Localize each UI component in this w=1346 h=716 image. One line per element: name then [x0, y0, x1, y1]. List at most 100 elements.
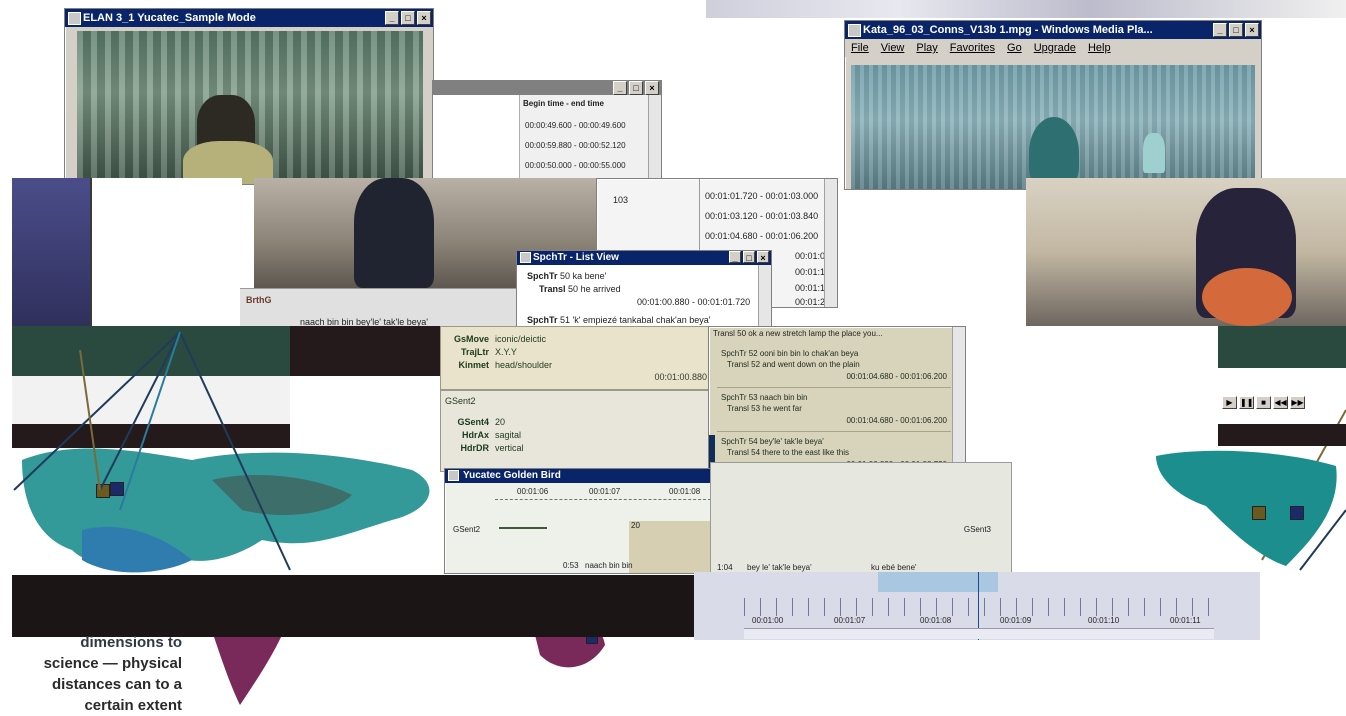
annotation-segment[interactable] — [499, 527, 547, 529]
top-strip — [706, 0, 1346, 18]
table-row[interactable]: 00:01:04.680 - 00:01:06.200 — [705, 231, 818, 241]
close-icon[interactable]: × — [417, 11, 431, 25]
menu-play[interactable]: Play — [916, 39, 937, 57]
caption-line: science — physical — [43, 655, 182, 672]
list-item[interactable]: Transl 50 he arrived — [539, 284, 621, 294]
timeline-tick-label: 00:01:07 — [834, 616, 866, 625]
close-icon[interactable]: × — [1245, 23, 1259, 37]
translation-line: Transl 54 there to the east like this — [727, 448, 849, 457]
horizontal-scrollbar[interactable] — [744, 628, 1214, 639]
maximize-icon[interactable]: □ — [743, 251, 755, 263]
timeline-caption: 0:53 — [563, 561, 579, 570]
window-title: ELAN 3_1 Yucatec_Sample Mode — [83, 12, 256, 24]
menu-help[interactable]: Help — [1088, 39, 1111, 57]
timeline-tick-label: 00:01:08 — [669, 487, 701, 496]
bottom-timeline: 00:01:00 00:01:07 00:01:08 00:01:09 00:0… — [694, 572, 1260, 640]
window-titlebar[interactable]: _ □ × — [433, 81, 661, 95]
annotation-block[interactable] — [629, 521, 711, 573]
timeline-tick-label: 00:01:10 — [1088, 616, 1120, 625]
timeline-caption: 1:04 — [717, 563, 733, 572]
time-range: 00:01:00.880 - 00:01:01.720 — [637, 297, 751, 307]
annotation-row[interactable]: TrajLtr X.Y.Y — [441, 346, 711, 359]
timeline-caption: bey le' tak'le beya' — [747, 563, 812, 572]
media-player-icon — [848, 24, 861, 37]
stop-icon[interactable]: ■ — [1256, 396, 1271, 409]
speech-line: SpchTr 52 ooni bin bin lo chak'an beya — [721, 349, 859, 358]
annotation-row[interactable]: Kinmet head/shoulder — [441, 359, 711, 372]
list-item[interactable]: SpchTr 53 naach bin bin Transl 53 he went… — [717, 389, 951, 432]
tier-label: BrthG — [246, 295, 272, 305]
minimize-icon[interactable]: _ — [385, 11, 399, 25]
window-titlebar[interactable]: SpchTr - List View _ □ × — [517, 251, 771, 265]
video-frame — [851, 65, 1255, 189]
maximize-icon[interactable]: □ — [401, 11, 415, 25]
window-titlebar[interactable]: Kata_96_03_Conns_V13b 1.mpg - Windows Me… — [845, 21, 1261, 39]
menu-bar: File View Play Favorites Go Upgrade Help — [845, 39, 1261, 57]
window-controls: _ □ × — [385, 11, 431, 25]
gesture-annotation-panel: GsMove iconic/deictic TrajLtr X.Y.Y Kinmet… — [440, 326, 712, 390]
speech-line: SpchTr 53 naach bin bin — [721, 393, 808, 402]
next-icon[interactable]: ▶▶ — [1290, 396, 1305, 409]
table-row[interactable]: 00:00:59.880 - 00:00:52.120 — [525, 141, 626, 150]
window-titlebar[interactable]: ELAN 3_1 Yucatec_Sample Mode _ □ × — [65, 9, 433, 27]
app-icon — [520, 252, 531, 263]
pause-icon[interactable]: ❚❚ — [1239, 396, 1254, 409]
annotation-row[interactable]: GSent4 20 — [441, 416, 711, 429]
list-item[interactable]: Transl 50 ok a new stretch lamp the plac… — [713, 329, 961, 338]
time-range: 00:01:04.680 - 00:01:06.200 — [846, 372, 947, 381]
timeline-caption: ku ebé bene' — [871, 563, 917, 572]
play-icon[interactable]: ▶ — [1222, 396, 1237, 409]
video-frame-office — [1026, 178, 1346, 326]
timeline-tick-label: 00:01:11 — [1170, 616, 1201, 625]
close-icon[interactable]: × — [645, 81, 659, 95]
time-value: 00:01:00.880 — [654, 372, 707, 382]
dark-band-right2 — [1218, 424, 1346, 446]
timeline-window-right: GSent3 1:04 bey le' tak'le beya' ku ebé … — [710, 462, 1012, 574]
world-map-americas — [1156, 450, 1337, 566]
prev-icon[interactable]: ◀◀ — [1273, 396, 1288, 409]
window-titlebar[interactable]: Yucatec Golden Bird — [445, 469, 711, 483]
table-row[interactable]: 00:00:49.600 - 00:00:49.600 — [525, 121, 626, 130]
row-label: 103 — [613, 195, 629, 205]
tier-table-window: _ □ × Begin time - end time 00:00:49.600… — [432, 80, 662, 182]
menu-favorites[interactable]: Favorites — [950, 39, 995, 57]
maximize-icon[interactable]: □ — [1229, 23, 1243, 37]
timeline-tick-label: 00:01:06 — [517, 487, 549, 496]
annotation-row[interactable]: HdrAx sagital — [441, 429, 711, 442]
app-icon — [448, 470, 459, 481]
annotation-row[interactable]: HdrDR vertical — [441, 442, 711, 455]
vertical-scrollbar[interactable] — [648, 95, 661, 181]
close-icon[interactable]: × — [757, 251, 769, 263]
table-row[interactable]: 00:01:01.720 - 00:01:03.000 — [705, 191, 818, 201]
annotation-row[interactable]: GsMove iconic/deictic — [441, 327, 711, 346]
caption-line: dimensions to — [80, 634, 182, 651]
translation-line: Transl 53 he went far — [727, 404, 802, 413]
map-marker[interactable] — [1290, 506, 1304, 520]
minimize-icon[interactable]: _ — [613, 81, 627, 95]
white-panel — [90, 178, 242, 326]
caption-line: distances can to a — [51, 676, 182, 693]
window-title: SpchTr - List View — [533, 252, 619, 263]
translation-line: Transl 52 and went down on the plain — [727, 360, 860, 369]
table-row[interactable]: 00:00:50.000 - 00:00:55.000 — [525, 161, 626, 170]
minimize-icon[interactable]: _ — [729, 251, 741, 263]
player-controls-right: ▶ ❚❚ ■ ◀◀ ▶▶ — [1222, 392, 1346, 418]
column-header[interactable]: Begin time - end time — [523, 99, 604, 108]
vertical-scrollbar[interactable] — [824, 179, 837, 307]
timeline-tick-label: 00:01:07 — [589, 487, 621, 496]
menu-upgrade[interactable]: Upgrade — [1034, 39, 1076, 57]
menu-go[interactable]: Go — [1007, 39, 1022, 57]
map-marker[interactable] — [1252, 506, 1266, 520]
maximize-icon[interactable]: □ — [629, 81, 643, 95]
tier-label: GSent2 — [453, 525, 481, 534]
minimize-icon[interactable]: _ — [1213, 23, 1227, 37]
panel-header: GSent2 — [445, 396, 476, 406]
list-item[interactable]: SpchTr 52 ooni bin bin lo chak'an beya Tr… — [717, 345, 951, 388]
table-row[interactable]: 00:01:03.120 - 00:01:03.840 — [705, 211, 818, 221]
menu-file[interactable]: File — [851, 39, 869, 57]
menu-view[interactable]: View — [881, 39, 905, 57]
dark-band-right — [1218, 326, 1346, 368]
annotation-value: 20 — [631, 521, 640, 530]
speech-line: SpchTr 54 bey'le' tak'le beya' — [721, 437, 824, 446]
list-item[interactable]: SpchTr 50 ka bene' — [527, 271, 606, 281]
